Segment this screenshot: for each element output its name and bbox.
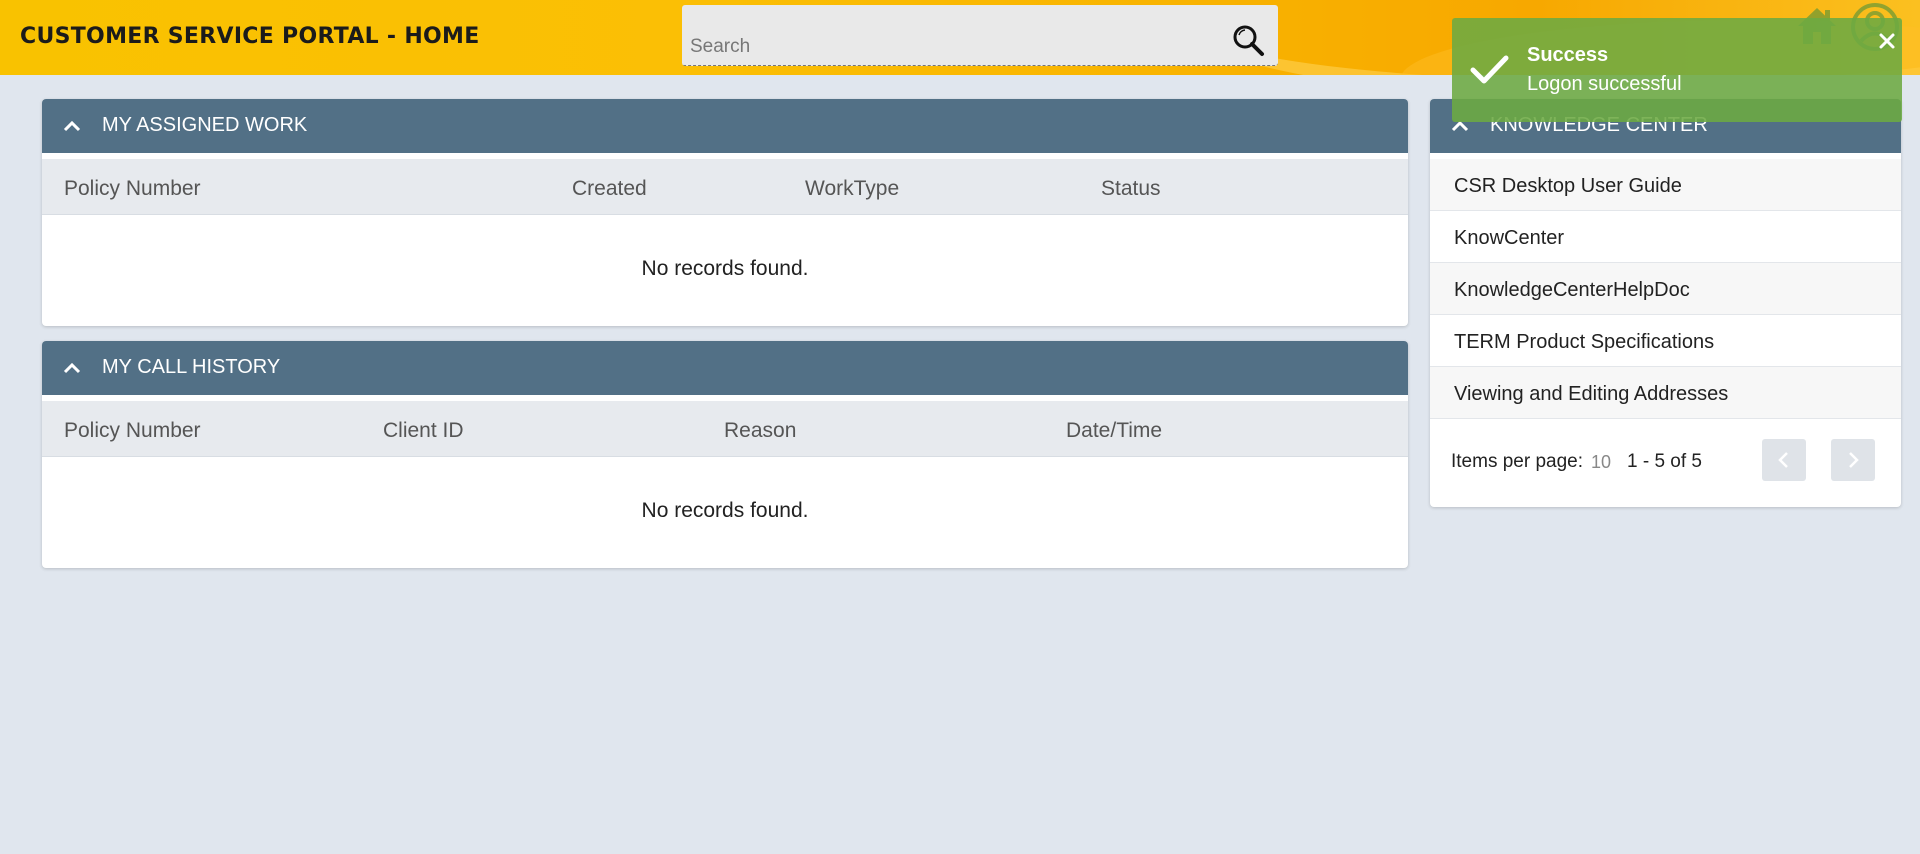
column-header[interactable]: Policy Number — [64, 177, 201, 201]
list-item-link[interactable]: KnowledgeCenterHelpDoc — [1454, 279, 1690, 302]
column-header[interactable]: Date/Time — [1066, 419, 1162, 443]
previous-page-button[interactable] — [1762, 439, 1806, 481]
success-toast[interactable]: Success Logon successful — [1452, 18, 1902, 122]
chevron-up-icon[interactable] — [61, 115, 83, 137]
chevron-left-icon — [1778, 452, 1788, 468]
column-header[interactable]: WorkType — [805, 177, 899, 201]
call-history-panel: MY CALL HISTORY Policy Number Client ID … — [42, 341, 1408, 568]
empty-message: No records found. — [641, 257, 809, 280]
assigned-work-panel: MY ASSIGNED WORK Policy Number Created W… — [42, 99, 1408, 326]
items-per-page-label: Items per page: — [1451, 451, 1584, 472]
column-header[interactable]: Status — [1101, 177, 1161, 201]
list-item-link[interactable]: CSR Desktop User Guide — [1454, 175, 1682, 198]
call-history-columns: Policy Number Client ID Reason Date/Time — [42, 401, 1408, 457]
list-item[interactable]: CSR Desktop User Guide — [1430, 159, 1901, 211]
page-title: CUSTOMER SERVICE PORTAL - HOME — [20, 24, 480, 49]
column-header[interactable]: Policy Number — [64, 419, 201, 443]
empty-message: No records found. — [641, 499, 809, 522]
panel-title: MY ASSIGNED WORK — [102, 114, 308, 136]
list-item-link[interactable]: KnowCenter — [1454, 227, 1564, 250]
assigned-work-header[interactable]: MY ASSIGNED WORK — [42, 99, 1408, 159]
close-icon[interactable] — [1878, 32, 1896, 50]
toast-message: Logon successful — [1527, 73, 1682, 95]
list-item[interactable]: TERM Product Specifications — [1430, 315, 1901, 367]
list-item[interactable]: Viewing and Editing Addresses — [1430, 367, 1901, 419]
knowledge-list: CSR Desktop User Guide KnowCenter Knowle… — [1430, 159, 1901, 419]
chevron-up-icon[interactable] — [61, 357, 83, 379]
list-item-link[interactable]: TERM Product Specifications — [1454, 331, 1714, 354]
list-item[interactable]: KnowCenter — [1430, 211, 1901, 263]
list-item[interactable]: KnowledgeCenterHelpDoc — [1430, 263, 1901, 315]
search-icon[interactable] — [1230, 23, 1266, 59]
column-header[interactable]: Created — [572, 177, 647, 201]
panel-title: MY CALL HISTORY — [102, 356, 281, 378]
next-page-button[interactable] — [1831, 439, 1875, 481]
page-range: 1 - 5 of 5 — [1627, 451, 1702, 472]
checkmark-icon — [1470, 55, 1509, 84]
knowledge-center-panel: KNOWLEDGE CENTER CSR Desktop User Guide … — [1430, 99, 1901, 507]
toast-title: Success — [1527, 44, 1609, 66]
search-box[interactable] — [682, 5, 1278, 66]
assigned-work-columns: Policy Number Created WorkType Status — [42, 159, 1408, 215]
list-item-link[interactable]: Viewing and Editing Addresses — [1454, 383, 1728, 406]
items-per-page-select[interactable]: 10 — [1591, 452, 1611, 473]
column-header[interactable]: Reason — [724, 419, 796, 443]
search-input[interactable] — [690, 33, 1210, 61]
paginator: Items per page: 10 1 - 5 of 5 — [1430, 419, 1901, 503]
column-header[interactable]: Client ID — [383, 419, 464, 443]
call-history-header[interactable]: MY CALL HISTORY — [42, 341, 1408, 401]
chevron-right-icon — [1849, 452, 1859, 468]
